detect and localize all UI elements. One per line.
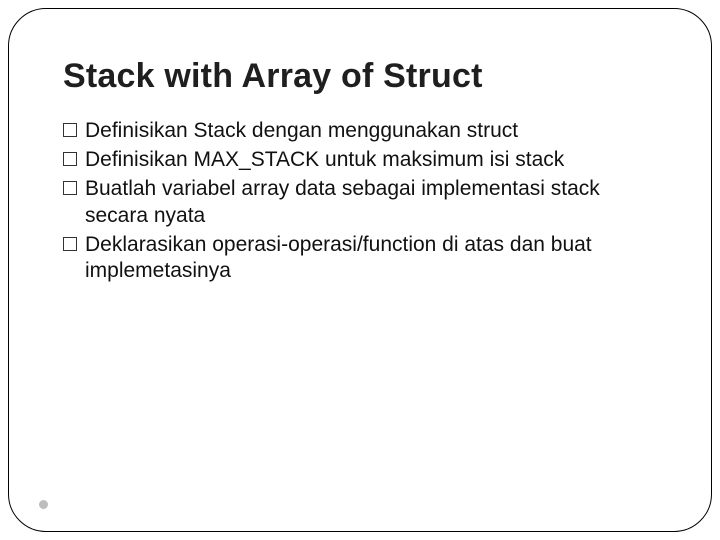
list-item-text: Definisikan Stack dengan menggunakan str… — [85, 119, 518, 142]
list-item: Definisikan MAX_STACK untuk maksimum isi… — [63, 147, 657, 174]
slide-frame: Stack with Array of Struct Definisikan S… — [8, 8, 712, 532]
slide: Stack with Array of Struct Definisikan S… — [0, 0, 720, 540]
square-bullet-icon — [63, 152, 77, 166]
slide-title: Stack with Array of Struct — [63, 57, 657, 96]
square-bullet-icon — [63, 237, 77, 251]
square-bullet-icon — [63, 181, 77, 195]
square-bullet-icon — [63, 123, 77, 137]
list-item: Buatlah variabel array data sebagai impl… — [63, 176, 657, 230]
list-item: Definisikan Stack dengan menggunakan str… — [63, 118, 657, 145]
page-indicator-dot — [39, 500, 48, 509]
list-item: Deklarasikan operasi-operasi/function di… — [63, 232, 657, 286]
list-item-text: Deklarasikan operasi-operasi/function di… — [85, 233, 592, 283]
bullet-list: Definisikan Stack dengan menggunakan str… — [63, 118, 657, 285]
list-item-text: Buatlah variabel array data sebagai impl… — [85, 177, 600, 227]
list-item-text: Definisikan MAX_STACK untuk maksimum isi… — [85, 148, 564, 171]
